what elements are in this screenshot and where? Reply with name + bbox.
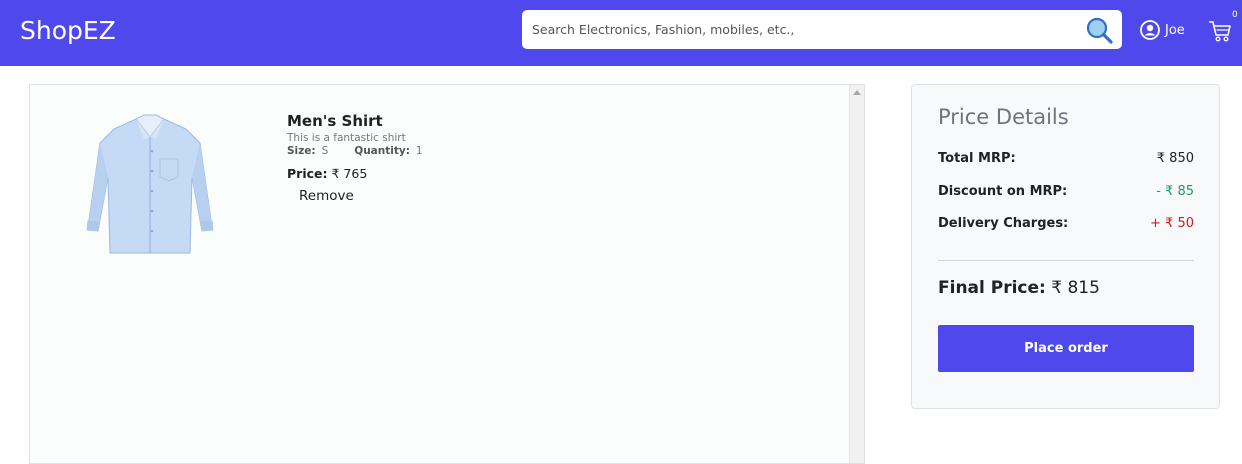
final-price-value: ₹ 815 [1051,278,1100,298]
cart-item: Men's Shirt This is a fantastic shirt Si… [287,112,423,204]
remove-button[interactable]: Remove [299,188,354,204]
search-input[interactable] [532,10,1072,49]
final-price: Final Price: ₹ 815 [938,278,1100,298]
delivery-label: Delivery Charges: [938,216,1069,231]
cart-scrollbar[interactable] [849,85,864,463]
cart-items-panel: Men's Shirt This is a fantastic shirt Si… [29,84,865,464]
quantity-label: Quantity: [354,145,410,157]
size-value: S [321,145,329,157]
size-label: Size: [287,145,316,157]
user-name: Joe [1165,22,1185,38]
product-name: Men's Shirt [287,112,383,130]
product-price: Price: ₹ 765 [287,166,423,181]
price-label: Price: [287,166,328,181]
product-image-shirt [52,107,248,263]
search-bar [522,10,1122,49]
cart-icon[interactable] [1207,18,1233,44]
final-price-label: Final Price: [938,278,1046,298]
user-circle-icon [1140,20,1160,40]
product-description: This is a fantastic shirt [287,132,406,144]
product-quantity: Quantity: 1 [354,145,422,157]
user-menu[interactable]: Joe [1140,20,1185,40]
brand-logo[interactable]: ShopEZ [20,16,116,45]
discount-value: - ₹ 85 [1156,184,1194,199]
product-meta: Size: S Quantity: 1 [287,145,423,157]
price-details-title: Price Details [938,105,1069,129]
delivery-row: Delivery Charges: + ₹ 50 [938,216,1194,231]
place-order-button[interactable]: Place order [938,325,1194,372]
quantity-value: 1 [415,145,423,157]
navbar: ShopEZ Joe 0 [0,0,1242,66]
search-icon[interactable] [1084,15,1114,45]
total-mrp-row: Total MRP: ₹ 850 [938,151,1194,166]
discount-label: Discount on MRP: [938,184,1068,199]
delivery-value: + ₹ 50 [1150,216,1194,231]
total-mrp-value: ₹ 850 [1156,151,1194,166]
price-details-panel: Price Details Total MRP: ₹ 850 Discount … [911,84,1220,409]
discount-row: Discount on MRP: - ₹ 85 [938,184,1194,199]
scroll-up-arrow-icon[interactable] [853,90,861,95]
price-value: ₹ 765 [331,166,368,181]
divider [938,260,1194,261]
product-size: Size: S [287,145,328,157]
total-mrp-label: Total MRP: [938,151,1016,166]
cart-count-badge: 0 [1232,10,1238,20]
